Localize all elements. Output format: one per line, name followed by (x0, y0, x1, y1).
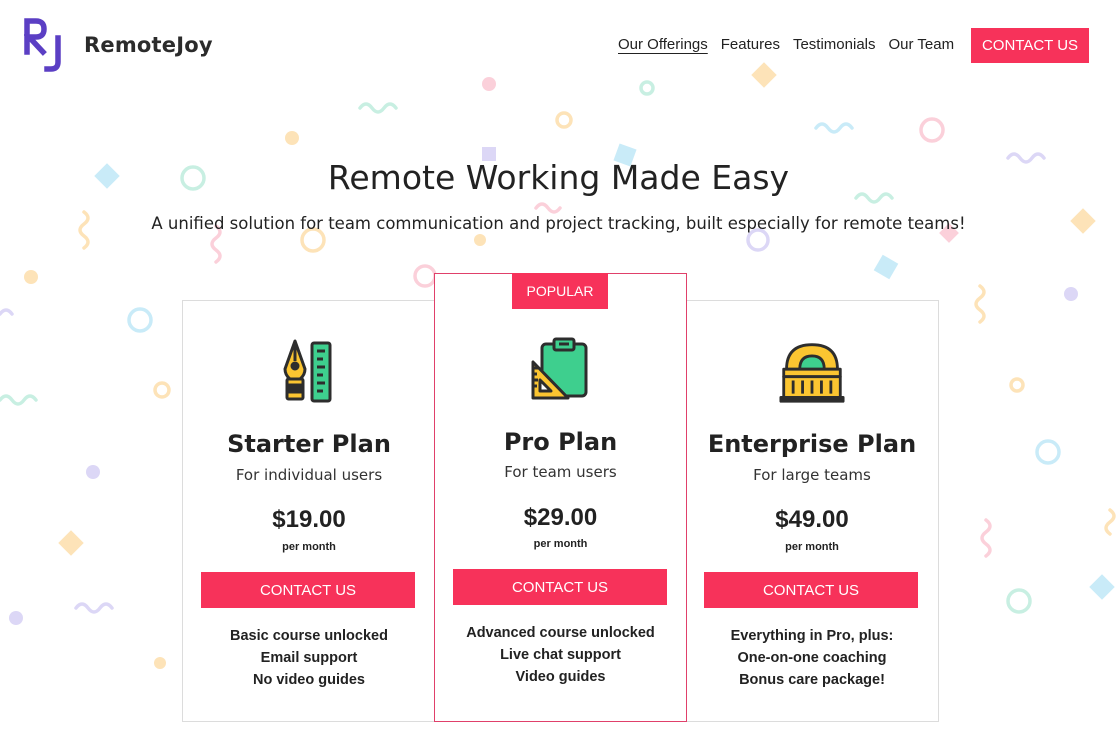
brand-name: RemoteJoy (84, 33, 213, 57)
header-contact-button[interactable]: CONTACT US (971, 28, 1089, 63)
pen-ruler-icon (283, 339, 332, 403)
building-icon (779, 343, 845, 403)
plan-features: Advanced course unlocked Live chat suppo… (435, 622, 686, 688)
rj-logo-icon (24, 18, 61, 72)
clipboard-set-square-icon (531, 337, 587, 400)
plan-audience: For team users (504, 463, 617, 481)
plan-name: Enterprise Plan (707, 430, 917, 458)
plan-period: per month (282, 541, 336, 553)
enterprise-contact-button[interactable]: CONTACT US (704, 572, 918, 608)
plan-price: $19.00 (272, 506, 346, 533)
plan-card-starter: Starter Plan For individual users $19.00… (182, 300, 436, 722)
brand-logo[interactable]: RemoteJoy (24, 18, 213, 72)
feature-item: Advanced course unlocked (466, 625, 655, 641)
nav-item-features[interactable]: Features (721, 36, 780, 53)
plan-audience: For large teams (753, 466, 871, 484)
nav-item-our-offerings[interactable]: Our Offerings (618, 36, 708, 53)
hero-title: Remote Working Made Easy (327, 158, 790, 197)
nav-item-testimonials[interactable]: Testimonials (793, 36, 876, 53)
feature-item: One-on-one coaching (737, 650, 887, 666)
plan-price: $49.00 (775, 506, 849, 533)
pro-contact-button[interactable]: CONTACT US (453, 569, 667, 605)
plan-price: $29.00 (523, 504, 598, 531)
feature-item: No video guides (253, 672, 365, 688)
plan-features: Everything in Pro, plus: One-on-one coac… (686, 625, 938, 691)
plan-features: Basic course unlocked Email support No v… (183, 625, 435, 691)
feature-item: Everything in Pro, plus: (730, 628, 894, 644)
plan-card-pro: POPULAR Pro Plan For team users $29.00 p… (434, 273, 687, 722)
feature-item: Basic course unlocked (230, 628, 388, 644)
popular-badge: POPULAR (512, 273, 608, 309)
hero-subtitle: A unified solution for team communicatio… (151, 214, 966, 233)
main-nav: Our Offerings Features Testimonials Our … (618, 36, 967, 53)
starter-contact-button[interactable]: CONTACT US (201, 572, 415, 608)
plan-card-enterprise: Enterprise Plan For large teams $49.00 p… (685, 300, 939, 722)
nav-item-our-team[interactable]: Our Team (889, 36, 955, 53)
plan-audience: For individual users (235, 466, 383, 484)
feature-item: Video guides (515, 669, 606, 685)
plan-period: per month (533, 538, 588, 550)
feature-item: Live chat support (500, 647, 621, 663)
plan-name: Pro Plan (503, 428, 618, 456)
feature-item: Email support (260, 650, 358, 666)
plan-name: Starter Plan (227, 430, 391, 458)
feature-item: Bonus care package! (739, 672, 885, 688)
plan-period: per month (785, 541, 839, 553)
